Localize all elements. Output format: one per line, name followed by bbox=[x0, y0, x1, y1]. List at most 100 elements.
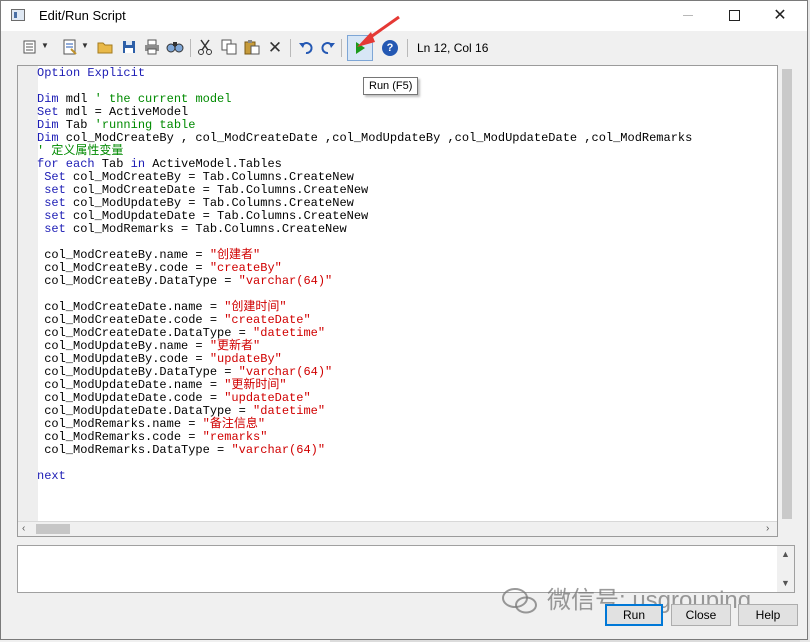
toolbar-separator bbox=[341, 39, 342, 57]
code-token: col_ModCreateBy = Tab.Columns.CreateNew bbox=[65, 170, 354, 184]
code-token: col_ModUpdateDate.name = bbox=[37, 378, 225, 392]
code-token: Dim bbox=[37, 92, 59, 106]
code-token: "更新时间" bbox=[224, 378, 287, 392]
editor-gutter bbox=[18, 66, 38, 522]
code-token: Set bbox=[37, 105, 59, 119]
code-token: "varchar(64)" bbox=[231, 443, 326, 457]
title-bar: Edit/Run Script ✕ bbox=[1, 1, 807, 31]
paste-icon[interactable] bbox=[243, 39, 261, 57]
cut-icon[interactable] bbox=[196, 39, 214, 57]
maximize-button[interactable] bbox=[711, 1, 757, 31]
script-editor[interactable]: Option Explicit Dim mdl ' the current mo… bbox=[17, 65, 778, 537]
code-token: "varchar(64)" bbox=[238, 274, 333, 288]
delete-icon[interactable]: ✕ bbox=[266, 39, 284, 57]
code-line[interactable]: Dim col_ModCreateBy , col_ModCreateDate … bbox=[37, 132, 692, 145]
window-title: Edit/Run Script bbox=[39, 8, 126, 23]
help-button[interactable]: Help bbox=[738, 604, 798, 626]
edit-run-script-dialog: Edit/Run Script ✕ ▼ ▼ ✕ ? Ln 12, Col 16 … bbox=[0, 0, 808, 640]
code-token: "createDate" bbox=[224, 313, 311, 327]
code-token: next bbox=[37, 469, 66, 483]
close-button[interactable]: Close bbox=[671, 604, 731, 626]
scroll-right-icon[interactable]: › bbox=[766, 523, 769, 534]
code-token: "updateBy" bbox=[209, 352, 282, 366]
minimize-button[interactable] bbox=[665, 1, 711, 31]
code-line[interactable]: next bbox=[37, 470, 692, 483]
code-token: 'running table bbox=[94, 118, 196, 132]
script-code[interactable]: Option Explicit Dim mdl ' the current mo… bbox=[37, 67, 692, 483]
toolbar: ▼ ▼ ✕ ? Ln 12, Col 16 bbox=[1, 33, 807, 63]
code-token: col_ModCreateDate.DataType = bbox=[37, 326, 254, 340]
code-token: "createBy" bbox=[209, 261, 282, 275]
code-token: col_ModCreateDate.code = bbox=[37, 313, 225, 327]
code-token: "更新者" bbox=[209, 339, 261, 353]
code-token: for each bbox=[37, 157, 95, 171]
code-token: col_ModCreateDate = Tab.Columns.CreateNe… bbox=[65, 183, 369, 197]
code-token: col_ModUpdateBy.name = bbox=[37, 339, 210, 353]
code-token: Dim bbox=[37, 118, 59, 132]
code-token: col_ModCreateBy.name = bbox=[37, 248, 210, 262]
code-line[interactable]: set col_ModRemarks = Tab.Columns.CreateN… bbox=[37, 223, 692, 236]
code-token: Set bbox=[44, 170, 66, 184]
code-token: "updateDate" bbox=[224, 391, 311, 405]
code-token: col_ModUpdateBy.code = bbox=[37, 352, 210, 366]
save-icon[interactable] bbox=[120, 39, 138, 57]
code-token: col_ModCreateDate.name = bbox=[37, 300, 225, 314]
redo-icon[interactable] bbox=[319, 39, 337, 57]
code-token: "datetime" bbox=[253, 404, 326, 418]
editor-horizontal-scrollbar[interactable]: ‹ › bbox=[18, 521, 777, 536]
chevron-down-icon[interactable]: ▼ bbox=[81, 42, 89, 50]
edit-icon[interactable] bbox=[21, 39, 39, 57]
code-token: set bbox=[44, 209, 66, 223]
code-line[interactable] bbox=[37, 457, 692, 470]
toolbar-separator bbox=[290, 39, 291, 57]
right-vertical-scrollbar[interactable] bbox=[779, 65, 796, 537]
undo-icon[interactable] bbox=[297, 39, 315, 57]
code-token: col_ModRemarks.code = bbox=[37, 430, 203, 444]
code-token: in bbox=[130, 157, 146, 171]
wechat-logo-icon bbox=[502, 588, 537, 614]
code-line[interactable]: col_ModRemarks.DataType = "varchar(64)" bbox=[37, 444, 692, 457]
code-line[interactable]: col_ModCreateBy.DataType = "varchar(64)" bbox=[37, 275, 692, 288]
code-token: Tab bbox=[94, 157, 131, 171]
scroll-up-icon[interactable]: ▲ bbox=[781, 549, 790, 559]
code-token: ' 定义属性变量 bbox=[37, 144, 124, 158]
code-token: Dim bbox=[37, 131, 59, 145]
toolbar-separator bbox=[190, 39, 191, 57]
code-token: col_ModUpdateDate = Tab.Columns.CreateNe… bbox=[65, 209, 369, 223]
code-token: Tab bbox=[58, 118, 95, 132]
cursor-position-status: Ln 12, Col 16 bbox=[417, 41, 489, 55]
find-icon[interactable] bbox=[166, 39, 184, 57]
code-token: set bbox=[44, 196, 66, 210]
code-token: col_ModUpdateBy = Tab.Columns.CreateNew bbox=[65, 196, 354, 210]
code-token: "datetime" bbox=[253, 326, 326, 340]
code-token: col_ModRemarks.name = bbox=[37, 417, 203, 431]
script-icon[interactable] bbox=[61, 39, 79, 57]
code-token: set bbox=[44, 183, 66, 197]
scroll-left-icon[interactable]: ‹ bbox=[22, 523, 25, 534]
code-token: col_ModUpdateBy.DataType = bbox=[37, 365, 239, 379]
close-window-button[interactable]: ✕ bbox=[757, 1, 803, 31]
code-token: col_ModCreateBy.code = bbox=[37, 261, 210, 275]
horizontal-scroll-thumb[interactable] bbox=[36, 524, 70, 534]
vertical-scroll-thumb[interactable] bbox=[782, 69, 792, 519]
copy-icon[interactable] bbox=[220, 39, 238, 57]
code-token: set bbox=[44, 222, 66, 236]
code-token: mdl bbox=[58, 92, 95, 106]
open-folder-icon[interactable] bbox=[97, 39, 115, 57]
run-tooltip: Run (F5) bbox=[363, 77, 419, 95]
maximize-icon bbox=[728, 10, 740, 22]
annotation-arrow-icon bbox=[357, 15, 400, 47]
code-token: ActiveModel.Tables bbox=[145, 157, 282, 171]
minimize-icon bbox=[683, 15, 693, 17]
run-button[interactable]: Run bbox=[605, 604, 663, 626]
code-token: col_ModRemarks = Tab.Columns.CreateNew bbox=[65, 222, 347, 236]
chevron-down-icon[interactable]: ▼ bbox=[41, 42, 49, 50]
toolbar-separator bbox=[407, 39, 408, 57]
print-icon[interactable] bbox=[143, 39, 161, 57]
app-window-icon bbox=[11, 9, 25, 21]
code-token: "remarks" bbox=[202, 430, 268, 444]
code-token: col_ModCreateBy.DataType = bbox=[37, 274, 239, 288]
code-token: "varchar(64)" bbox=[238, 365, 333, 379]
code-token: "创建者" bbox=[209, 248, 261, 262]
code-token: col_ModCreateBy , col_ModCreateDate ,col… bbox=[58, 131, 693, 145]
